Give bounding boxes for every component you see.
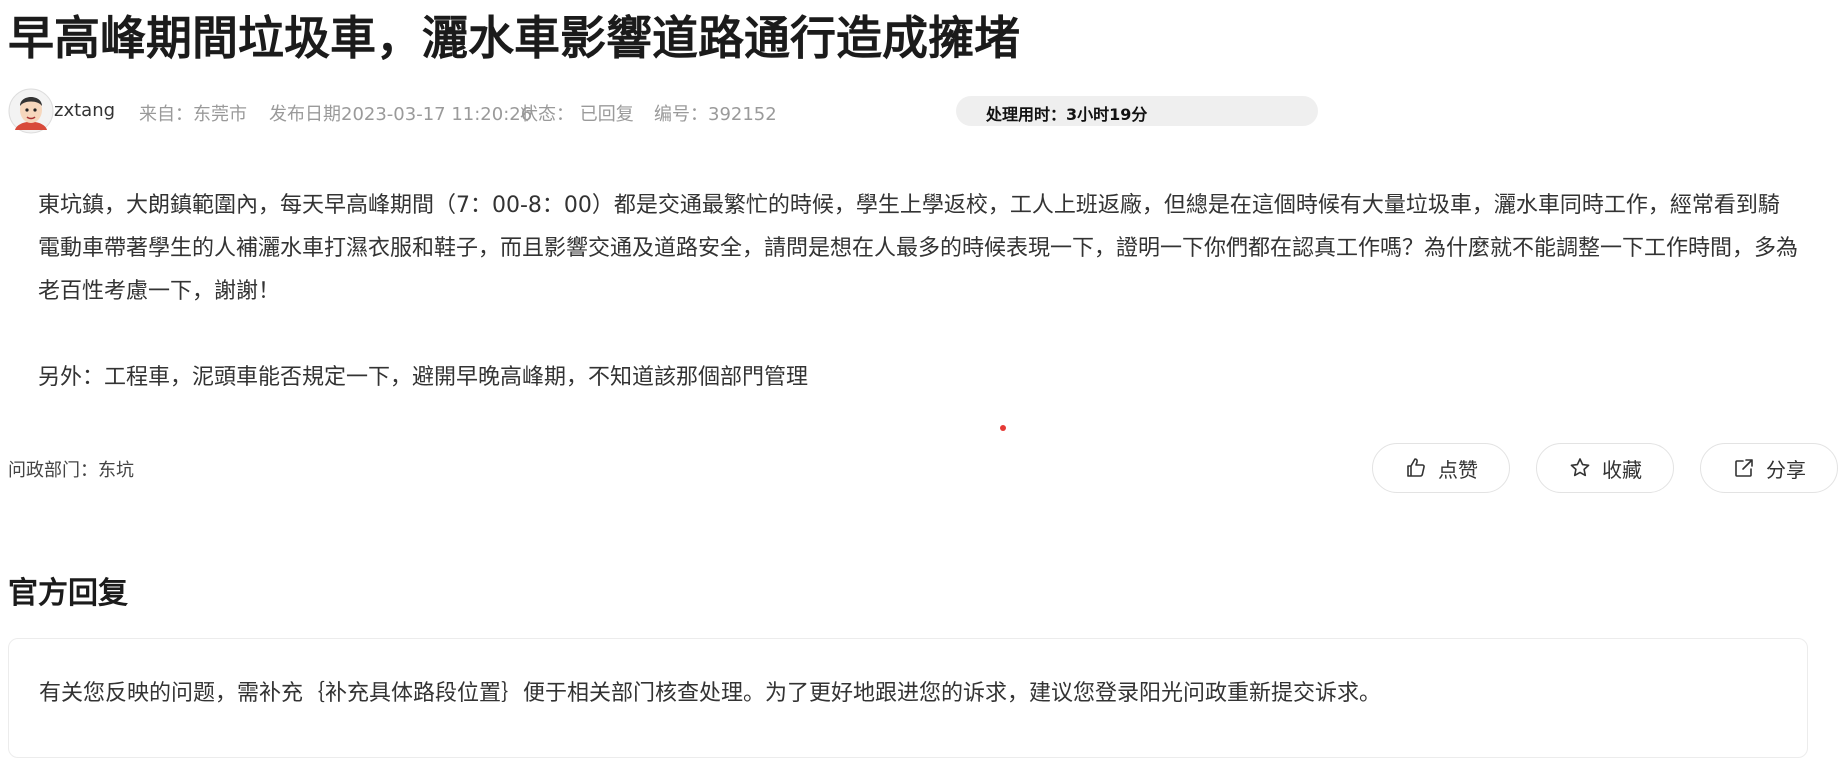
author-name[interactable]: zxtang [54,100,115,121]
meta-number: 编号：392152 [654,104,777,125]
post-meta: zxtang 来自：东莞市 发布日期2023-03-17 11:20:26 状态… [8,88,1508,134]
thumbs-up-icon [1407,458,1425,477]
meta-published: 发布日期2023-03-17 11:20:26 [269,104,533,125]
favorite-button[interactable]: 收藏 [1536,443,1674,493]
official-reply-text: 有关您反映的问题，需补充｛补充具体路段位置｝便于相关部门核查处理。为了更好地跟进… [39,681,1382,706]
department-label: 问政部门：东坑 [8,460,134,481]
accent-dot [1000,425,1006,431]
official-reply-heading: 官方回复 [8,576,128,611]
body-paragraph: 東坑鎮，大朗鎮範圍內，每天早高峰期間（7：00-8：00）都是交通最繁忙的時候，… [38,193,1799,304]
favorite-label: 收藏 [1602,457,1642,482]
meta-status: 状态： 已回复 [520,104,634,125]
body-paragraph: 另外：工程車，泥頭車能否規定一下，避開早晚高峰期，不知道該那個部門管理 [38,365,809,390]
share-icon [1735,459,1753,477]
meta-from: 来自：东莞市 [139,104,247,125]
avatar[interactable] [8,88,54,134]
star-icon [1570,458,1590,477]
share-button[interactable]: 分享 [1700,443,1838,493]
page-title: 早高峰期間垃圾車，灑水車影響道路通行造成擁堵 [8,11,1020,65]
duration-text: 处理用时：3小时19分 [986,105,1148,124]
like-label: 点赞 [1438,457,1478,482]
official-reply-box: 有关您反映的问题，需补充｛补充具体路段位置｝便于相关部门核查处理。为了更好地跟进… [8,638,1808,758]
like-button[interactable]: 点赞 [1372,443,1510,493]
duration-badge: 处理用时：3小时19分 [956,96,1318,126]
share-label: 分享 [1766,457,1806,482]
post-body: 東坑鎮，大朗鎮範圍內，每天早高峰期間（7：00-8：00）都是交通最繁忙的時候，… [38,184,1798,399]
